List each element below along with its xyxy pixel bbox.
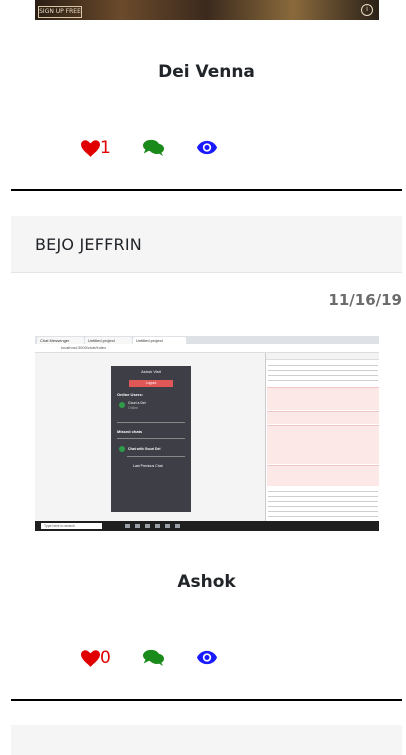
app-title: Ashok Visit: [141, 369, 161, 374]
view-button[interactable]: [197, 650, 217, 665]
log-line: [268, 491, 378, 492]
browser-tab: Untitled project: [85, 337, 132, 344]
browser-tabs: Chat Messenger Untitled project Untitled…: [35, 336, 379, 344]
eye-icon: [197, 140, 217, 155]
heart-icon: [81, 649, 100, 667]
post-divider: [11, 189, 402, 191]
taskbar: Type here to search: [35, 521, 379, 531]
taskbar-search: Type here to search: [41, 523, 102, 529]
app-page: Ashok Visit Logout Online Users: Gouri a…: [35, 353, 265, 521]
browser-tab: Chat Messenger: [37, 337, 84, 344]
taskbar-icon: [165, 524, 170, 528]
view-button[interactable]: [197, 140, 217, 155]
log-line: [268, 511, 378, 512]
image-badge: SIGN UP FREE: [38, 6, 82, 18]
logout-button: Logout: [129, 380, 173, 387]
divider: [117, 422, 185, 423]
taskbar-icon: [175, 524, 180, 528]
post-divider: [11, 699, 402, 701]
comments-icon: [143, 649, 164, 666]
card-header: BEJO JEFFRIN: [11, 216, 402, 273]
post-image: SIGN UP FREE i: [35, 0, 379, 20]
devtools-panel: [265, 353, 379, 521]
taskbar-icon: [135, 524, 140, 528]
console-error: [267, 411, 379, 424]
info-icon: i: [361, 4, 373, 16]
log-line: [268, 370, 378, 371]
user-avatar: [119, 402, 125, 408]
card-header: [11, 725, 402, 755]
like-count: 1: [100, 138, 111, 158]
taskbar-icon: [155, 524, 160, 528]
browser-tab: Untitled project: [133, 337, 186, 344]
comment-button[interactable]: [143, 649, 164, 666]
address-text: localhost:3000/chat/index: [61, 345, 107, 350]
online-users-label: Online Users:: [117, 392, 144, 397]
log-line: [268, 506, 378, 507]
devtools-toolbar: [266, 353, 379, 360]
log-line: [268, 496, 378, 497]
last-chat-link: Last Previous Chat: [133, 464, 163, 468]
chat-app-panel: Ashok Visit Logout Online Users: Gouri a…: [111, 366, 191, 512]
log-line: [268, 380, 378, 381]
address-bar: localhost:3000/chat/index: [35, 344, 379, 353]
log-line: [268, 501, 378, 502]
like-button[interactable]: 1: [81, 138, 111, 158]
missed-chats-label: Missed chats: [117, 429, 143, 434]
online-user-name: Gouri a Dei: [128, 401, 146, 405]
divider: [127, 456, 185, 457]
post-date: 11/16/19: [328, 291, 402, 309]
post-author: Dei Venna: [158, 62, 255, 82]
eye-icon: [197, 650, 217, 665]
heart-icon: [81, 139, 100, 157]
online-user-status: Online: [128, 406, 139, 410]
log-line: [268, 365, 378, 366]
taskbar-icon: [125, 524, 130, 528]
divider: [117, 438, 185, 439]
chat-button: Chat with Gouri Dei: [128, 447, 161, 451]
like-button[interactable]: 0: [81, 648, 111, 668]
taskbar-icon: [145, 524, 150, 528]
post-author: Ashok: [177, 572, 236, 592]
console-error: [267, 465, 379, 486]
comments-icon: [143, 139, 164, 156]
log-line: [268, 516, 378, 517]
user-avatar: [119, 446, 125, 452]
log-line: [268, 375, 378, 376]
comment-button[interactable]: [143, 139, 164, 156]
card-header-name: BEJO JEFFRIN: [35, 235, 142, 254]
like-count: 0: [100, 648, 111, 668]
post-image: Chat Messenger Untitled project Untitled…: [35, 336, 379, 531]
console-error: [267, 387, 379, 410]
console-error: [267, 425, 379, 464]
